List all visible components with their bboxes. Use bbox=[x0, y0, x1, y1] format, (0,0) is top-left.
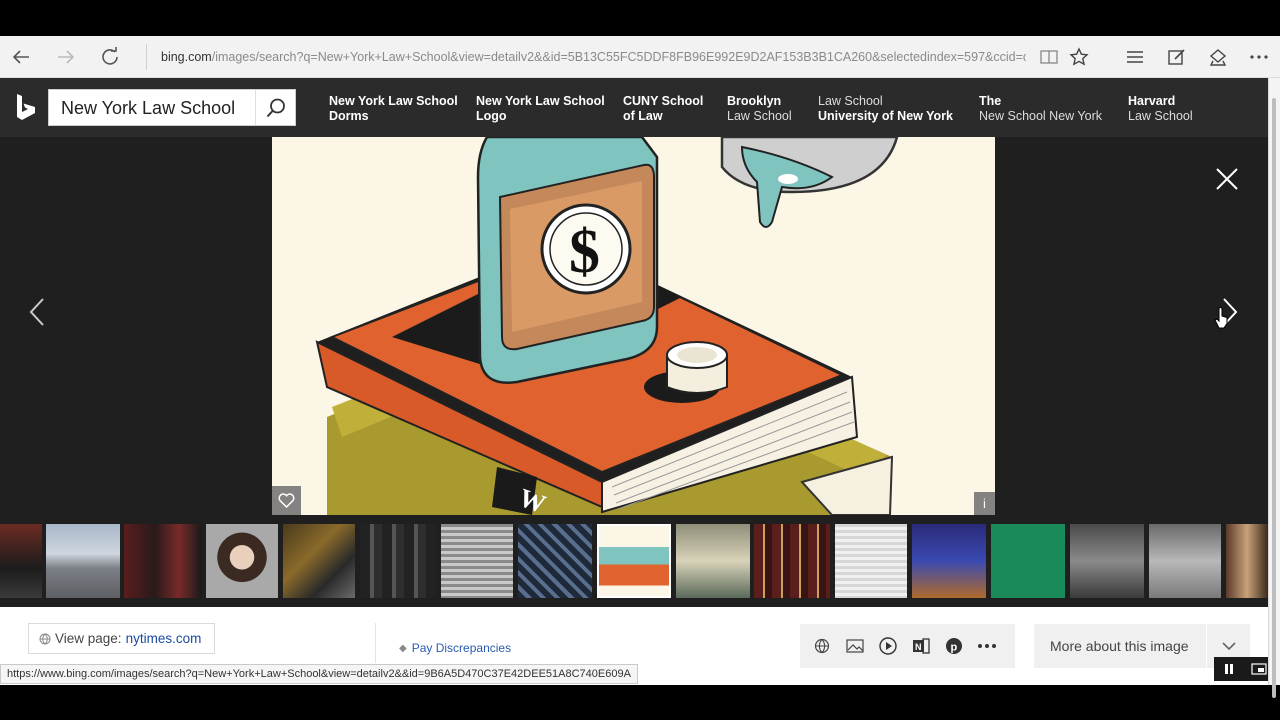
search-box: New York Law School bbox=[48, 89, 296, 126]
thumbnail[interactable] bbox=[0, 524, 42, 598]
forward-icon[interactable] bbox=[53, 44, 79, 70]
related-search-4[interactable]: Law School University of New York bbox=[818, 94, 953, 124]
more-actions-icon[interactable] bbox=[976, 635, 998, 657]
related-search-6[interactable]: Harvard Law School bbox=[1128, 94, 1193, 124]
previous-image-arrow-icon[interactable] bbox=[22, 292, 52, 332]
view-page-button[interactable]: View page: nytimes.com bbox=[28, 623, 215, 654]
thumbnail[interactable] bbox=[124, 524, 202, 598]
web-note-icon[interactable] bbox=[1164, 44, 1190, 70]
favorite-star-icon[interactable] bbox=[1066, 44, 1092, 70]
refresh-icon[interactable] bbox=[97, 44, 123, 70]
related-line1: Brooklyn bbox=[727, 94, 782, 108]
thumbnail[interactable] bbox=[1226, 524, 1268, 598]
svg-text:$: $ bbox=[569, 218, 600, 286]
page-scrollbar[interactable] bbox=[1268, 78, 1280, 698]
thumbnail[interactable] bbox=[360, 524, 436, 598]
thumbnail[interactable] bbox=[441, 524, 513, 598]
reading-view-icon[interactable] bbox=[1036, 44, 1062, 70]
related-search-5[interactable]: The New School New York bbox=[979, 94, 1102, 124]
browser-toolbar: bing.com/images/search?q=New+York+Law+Sc… bbox=[0, 36, 1280, 78]
related-line2: University of New York bbox=[818, 109, 953, 123]
related-search-0[interactable]: New York Law School Dorms bbox=[329, 94, 458, 124]
related-search-2[interactable]: CUNY School of Law bbox=[623, 94, 703, 124]
related-line1: The bbox=[979, 94, 1002, 108]
hub-icon[interactable] bbox=[1122, 44, 1148, 70]
thumbnail[interactable] bbox=[754, 524, 830, 598]
thumbnail[interactable] bbox=[1070, 524, 1144, 598]
search-input[interactable]: New York Law School bbox=[61, 98, 235, 119]
related-tag[interactable]: ◆ Pay Discrepancies bbox=[399, 641, 511, 655]
hand-cursor-icon bbox=[1214, 307, 1230, 334]
related-line2: New School New York bbox=[979, 109, 1102, 123]
related-line1: CUNY School bbox=[623, 94, 704, 108]
related-line2: Logo bbox=[476, 109, 507, 123]
share-icon[interactable] bbox=[1205, 44, 1231, 70]
thumbnail[interactable] bbox=[1149, 524, 1221, 598]
divider bbox=[375, 623, 376, 663]
image-viewer: W $ i bbox=[0, 137, 1268, 607]
thumbnail[interactable] bbox=[835, 524, 907, 598]
source-link[interactable]: nytimes.com bbox=[126, 631, 202, 646]
scrollbar-thumb[interactable] bbox=[1272, 98, 1276, 698]
thumbnail[interactable] bbox=[206, 524, 278, 598]
globe-search-icon[interactable] bbox=[811, 635, 833, 657]
address-bar[interactable]: bing.com/images/search?q=New+York+Law+Sc… bbox=[146, 44, 1026, 70]
thumbnail[interactable] bbox=[46, 524, 120, 598]
play-icon[interactable] bbox=[877, 635, 899, 657]
thumbnail[interactable] bbox=[283, 524, 355, 598]
url-host: bing.com bbox=[161, 50, 212, 64]
pause-icon[interactable] bbox=[1214, 657, 1244, 681]
more-menu-icon[interactable] bbox=[1246, 44, 1272, 70]
related-line2: of Law bbox=[623, 109, 663, 123]
url-path: /images/search?q=New+York+Law+School&vie… bbox=[211, 50, 1026, 64]
image-info-button[interactable]: i bbox=[974, 492, 995, 515]
close-icon[interactable] bbox=[1212, 159, 1242, 199]
globe-icon bbox=[39, 633, 51, 644]
back-icon[interactable] bbox=[8, 44, 34, 70]
more-about-label: More about this image bbox=[1050, 638, 1189, 654]
svg-text:N: N bbox=[915, 642, 922, 652]
main-image[interactable]: W $ bbox=[272, 137, 995, 515]
thumbnail[interactable] bbox=[676, 524, 750, 598]
tag-icon: ◆ bbox=[399, 642, 407, 654]
related-line2: Dorms bbox=[329, 109, 369, 123]
related-line1: Law School bbox=[818, 94, 883, 108]
related-search-1[interactable]: New York Law School Logo bbox=[476, 94, 605, 124]
svg-text:p: p bbox=[951, 642, 958, 654]
view-page-label: View page: bbox=[55, 631, 122, 646]
thumbnail[interactable] bbox=[991, 524, 1065, 598]
thumbnail-selected[interactable] bbox=[597, 524, 671, 598]
related-line2: Law School bbox=[1128, 109, 1193, 123]
related-line1: Harvard bbox=[1128, 94, 1176, 108]
onenote-icon[interactable]: N bbox=[910, 635, 932, 657]
illustration-money-bottle-on-books: W $ bbox=[315, 137, 899, 515]
bing-header: New York Law School New York Law School … bbox=[0, 78, 1268, 137]
search-button[interactable] bbox=[255, 90, 295, 125]
screen: bing.com/images/search?q=New+York+Law+Sc… bbox=[0, 0, 1280, 720]
related-search-3[interactable]: Brooklyn Law School bbox=[727, 94, 792, 124]
related-line2: Law School bbox=[727, 109, 792, 123]
thumbnail-strip bbox=[0, 524, 1268, 600]
media-controls bbox=[1214, 657, 1274, 681]
bing-logo-icon[interactable] bbox=[14, 93, 38, 121]
pinterest-icon[interactable]: p bbox=[943, 635, 965, 657]
status-bar-url: https://www.bing.com/images/search?q=New… bbox=[0, 664, 638, 684]
save-heart-icon[interactable] bbox=[272, 486, 301, 515]
search-icon bbox=[266, 98, 285, 117]
image-search-icon[interactable] bbox=[844, 635, 866, 657]
thumbnail[interactable] bbox=[912, 524, 986, 598]
related-line1: New York Law School bbox=[476, 94, 605, 108]
tag-label: Pay Discrepancies bbox=[411, 641, 512, 655]
related-line1: New York Law School bbox=[329, 94, 458, 108]
thumbnail[interactable] bbox=[518, 524, 592, 598]
image-actions-bar: N p bbox=[800, 624, 1015, 668]
